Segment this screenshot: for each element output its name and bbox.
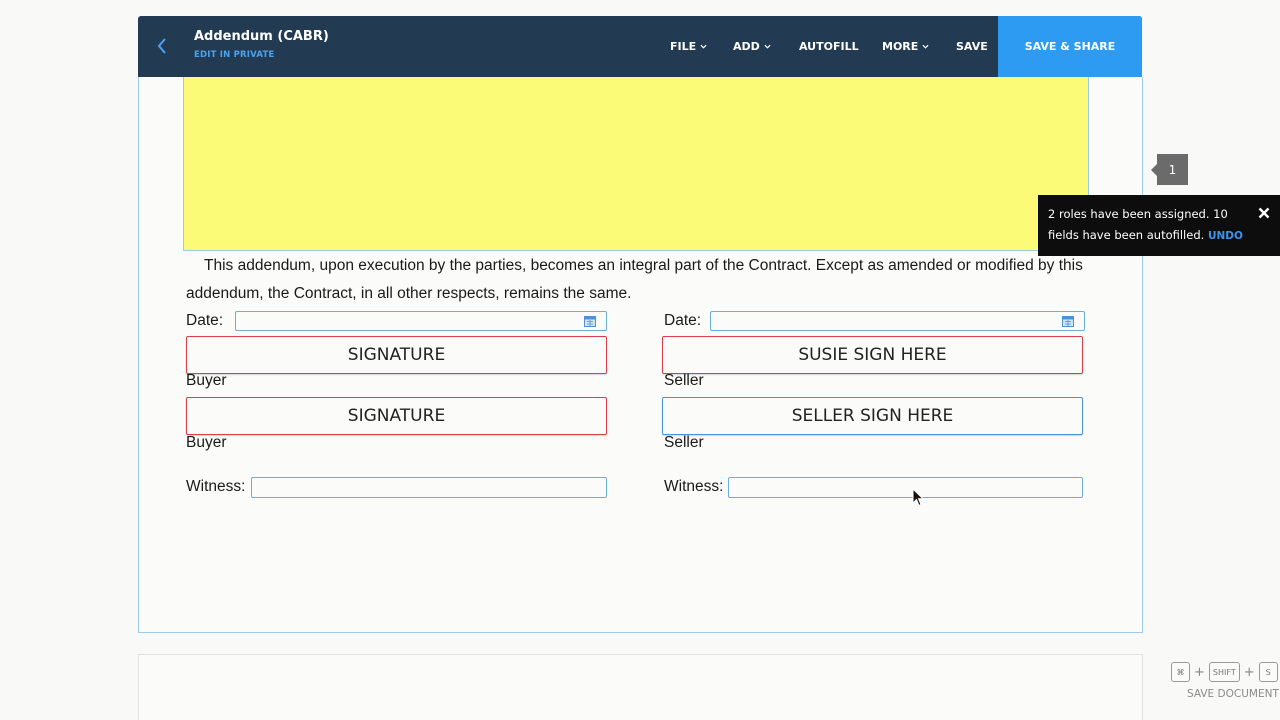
more-menu[interactable]: MORE [882, 16, 929, 77]
highlighted-text-field[interactable] [183, 77, 1089, 251]
seller-label-1: Seller [664, 372, 704, 389]
date-label-right: Date: [664, 312, 702, 329]
buyer-signature-1[interactable]: SIGNATURE [186, 336, 607, 374]
witness-label-right: Witness: [664, 478, 724, 495]
page-number-badge[interactable]: 1 [1151, 154, 1188, 185]
add-menu-label: ADD [733, 40, 760, 53]
document-title: Addendum (CABR) [194, 29, 329, 44]
date-label-left: Date: [186, 312, 224, 329]
more-menu-label: MORE [882, 40, 919, 53]
next-document-page [138, 654, 1143, 720]
autofill-label: AUTOFILL [799, 40, 859, 53]
calendar-icon[interactable] [1062, 315, 1074, 327]
calendar-icon[interactable] [584, 315, 596, 327]
chevron-left-icon [157, 38, 166, 54]
undo-link[interactable]: UNDO [1208, 230, 1243, 242]
save-button[interactable]: SAVE [956, 16, 988, 77]
save-label: SAVE [956, 40, 988, 53]
command-key: ⌘ [1171, 662, 1190, 682]
edit-in-private-link[interactable]: EDIT IN PRIVATE [194, 50, 329, 60]
date-field-left[interactable] [235, 311, 607, 331]
chevron-down-icon [922, 44, 929, 49]
save-share-button[interactable]: SAVE & SHARE [998, 16, 1142, 77]
mouse-cursor-icon [912, 488, 924, 507]
document-title-group: Addendum (CABR) EDIT IN PRIVATE [194, 29, 329, 60]
plus-sign: + [1243, 664, 1255, 680]
witness-label-left: Witness: [186, 478, 246, 495]
save-document-label: SAVE DOCUMENT [1187, 688, 1279, 700]
chevron-down-icon [700, 44, 707, 49]
date-field-right[interactable] [710, 311, 1085, 331]
file-menu-label: FILE [670, 40, 697, 53]
autofill-button[interactable]: AUTOFILL [799, 16, 859, 77]
buyer-label-1: Buyer [186, 372, 227, 389]
witness-field-left[interactable] [251, 477, 607, 498]
save-shortcut-hint: ⌘ + SHIFT + S [1171, 662, 1278, 682]
chevron-down-icon [764, 44, 771, 49]
buyer-label-2: Buyer [186, 434, 227, 451]
close-icon[interactable] [1258, 207, 1270, 219]
toast-message: 2 roles have been assigned. 10 fields ha… [1048, 207, 1228, 242]
seller-signature-1[interactable]: SUSIE SIGN HERE [662, 336, 1083, 374]
buyer-signature-2[interactable]: SIGNATURE [186, 397, 607, 435]
addendum-paragraph: This addendum, upon execution by the par… [186, 252, 1086, 308]
s-key: S [1258, 662, 1278, 682]
file-menu[interactable]: FILE [670, 16, 707, 77]
top-toolbar: Addendum (CABR) EDIT IN PRIVATE FILE ADD… [138, 16, 1142, 77]
toast-message-wrap: 2 roles have been assigned. 10 fields ha… [1048, 204, 1253, 247]
shift-key: SHIFT [1208, 662, 1240, 682]
plus-sign: + [1194, 664, 1205, 680]
seller-signature-2[interactable]: SELLER SIGN HERE [662, 397, 1083, 435]
addendum-text: This addendum, upon execution by the par… [186, 257, 1083, 302]
witness-field-right[interactable] [728, 477, 1083, 498]
autofill-toast: 2 roles have been assigned. 10 fields ha… [1038, 195, 1280, 256]
back-button[interactable] [152, 34, 172, 58]
seller-label-2: Seller [664, 434, 704, 451]
add-menu[interactable]: ADD [733, 16, 771, 77]
